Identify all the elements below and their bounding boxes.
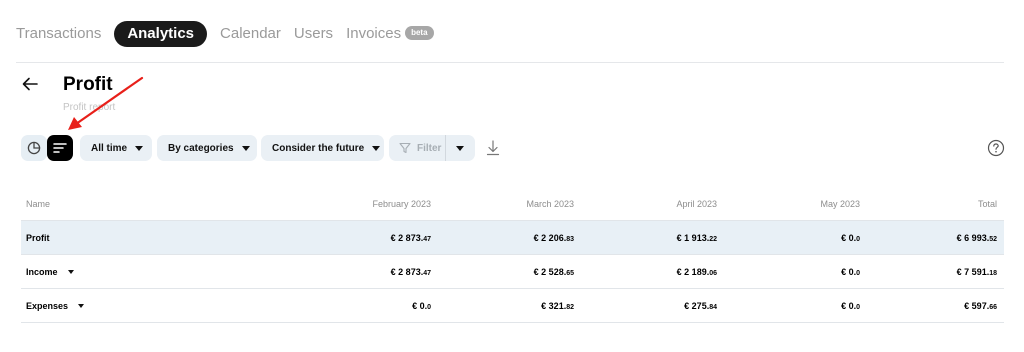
- expand-chevron-icon[interactable]: [67, 269, 74, 274]
- cell-value: € 0.0: [412, 300, 431, 311]
- cell-value: € 2 873.47: [390, 232, 431, 243]
- future-dropdown[interactable]: Consider the future: [261, 135, 384, 161]
- table-lines-icon: [53, 143, 67, 153]
- tab-transactions[interactable]: Transactions: [16, 21, 101, 47]
- cell-value: € 1 913.22: [676, 232, 717, 243]
- funnel-icon: [399, 142, 411, 154]
- filter-control[interactable]: Filter: [389, 135, 475, 161]
- column-header-total: Total: [977, 199, 997, 209]
- table-row-expenses: Expenses € 0.0 € 321.82 € 275.84 € 0.0 €…: [21, 289, 1004, 323]
- cell-total: € 7 591.18: [956, 266, 997, 277]
- profit-table: Name February 2023 March 2023 April 2023…: [21, 188, 1004, 323]
- download-icon[interactable]: [484, 139, 502, 157]
- chevron-down-icon: [135, 145, 144, 151]
- page-subtitle: Profit report: [63, 102, 116, 113]
- table-row-income: Income € 2 873.47 € 2 528.65 € 2 189.06 …: [21, 255, 1004, 289]
- tab-analytics[interactable]: Analytics: [114, 21, 208, 47]
- table-view-button[interactable]: [47, 135, 73, 161]
- cell-value: € 2 189.06: [676, 266, 717, 277]
- tab-users[interactable]: Users: [294, 21, 333, 47]
- row-name: Profit: [26, 232, 50, 243]
- column-header-mar: March 2023: [526, 199, 574, 209]
- future-dropdown-label: Consider the future: [272, 142, 365, 154]
- column-header-name: Name: [26, 199, 51, 209]
- expand-chevron-icon[interactable]: [78, 303, 85, 308]
- cell-total: € 6 993.52: [956, 232, 997, 243]
- cell-value: € 2 528.65: [533, 266, 574, 277]
- period-dropdown[interactable]: All time: [80, 135, 152, 161]
- filter-button[interactable]: Filter: [389, 135, 446, 161]
- tabs-divider: [16, 62, 1004, 63]
- chevron-down-icon: [372, 145, 381, 151]
- grouping-dropdown-label: By categories: [168, 142, 234, 154]
- cell-value: € 0.0: [841, 232, 860, 243]
- cell-value: € 275.84: [684, 300, 717, 311]
- top-tabs: Transactions Analytics Calendar Users In…: [16, 20, 447, 48]
- table-header: Name February 2023 March 2023 April 2023…: [21, 188, 1004, 221]
- grouping-dropdown[interactable]: By categories: [157, 135, 257, 161]
- cell-value: € 321.82: [541, 300, 574, 311]
- cell-total: € 597.66: [964, 300, 997, 311]
- beta-badge: beta: [405, 26, 434, 41]
- column-header-may: May 2023: [820, 199, 860, 209]
- back-arrow-icon[interactable]: [22, 77, 38, 91]
- cell-value: € 2 206.83: [533, 232, 574, 243]
- pie-chart-icon: [27, 141, 41, 155]
- cell-value: € 0.0: [841, 300, 860, 311]
- chart-view-button[interactable]: [21, 135, 47, 161]
- table-row-profit: Profit € 2 873.47 € 2 206.83 € 1 913.22 …: [21, 221, 1004, 255]
- column-header-apr: April 2023: [676, 199, 717, 209]
- row-name: Income: [26, 266, 58, 277]
- row-name: Expenses: [26, 300, 69, 311]
- row-name-cell: Expenses: [21, 301, 254, 311]
- column-header-feb: February 2023: [372, 199, 431, 209]
- filter-label: Filter: [417, 142, 442, 154]
- filter-dropdown-toggle[interactable]: [446, 135, 474, 161]
- chevron-down-icon: [456, 145, 464, 151]
- cell-value: € 2 873.47: [390, 266, 431, 277]
- page-title: Profit: [63, 74, 113, 95]
- tab-invoices[interactable]: Invoices beta: [346, 21, 434, 47]
- row-name-cell: Income: [21, 267, 254, 277]
- chevron-down-icon: [241, 145, 250, 151]
- tab-invoices-label: Invoices: [346, 25, 402, 42]
- period-dropdown-label: All time: [91, 142, 128, 154]
- help-icon[interactable]: [987, 139, 1005, 157]
- cell-value: € 0.0: [841, 266, 860, 277]
- tab-calendar[interactable]: Calendar: [220, 21, 281, 47]
